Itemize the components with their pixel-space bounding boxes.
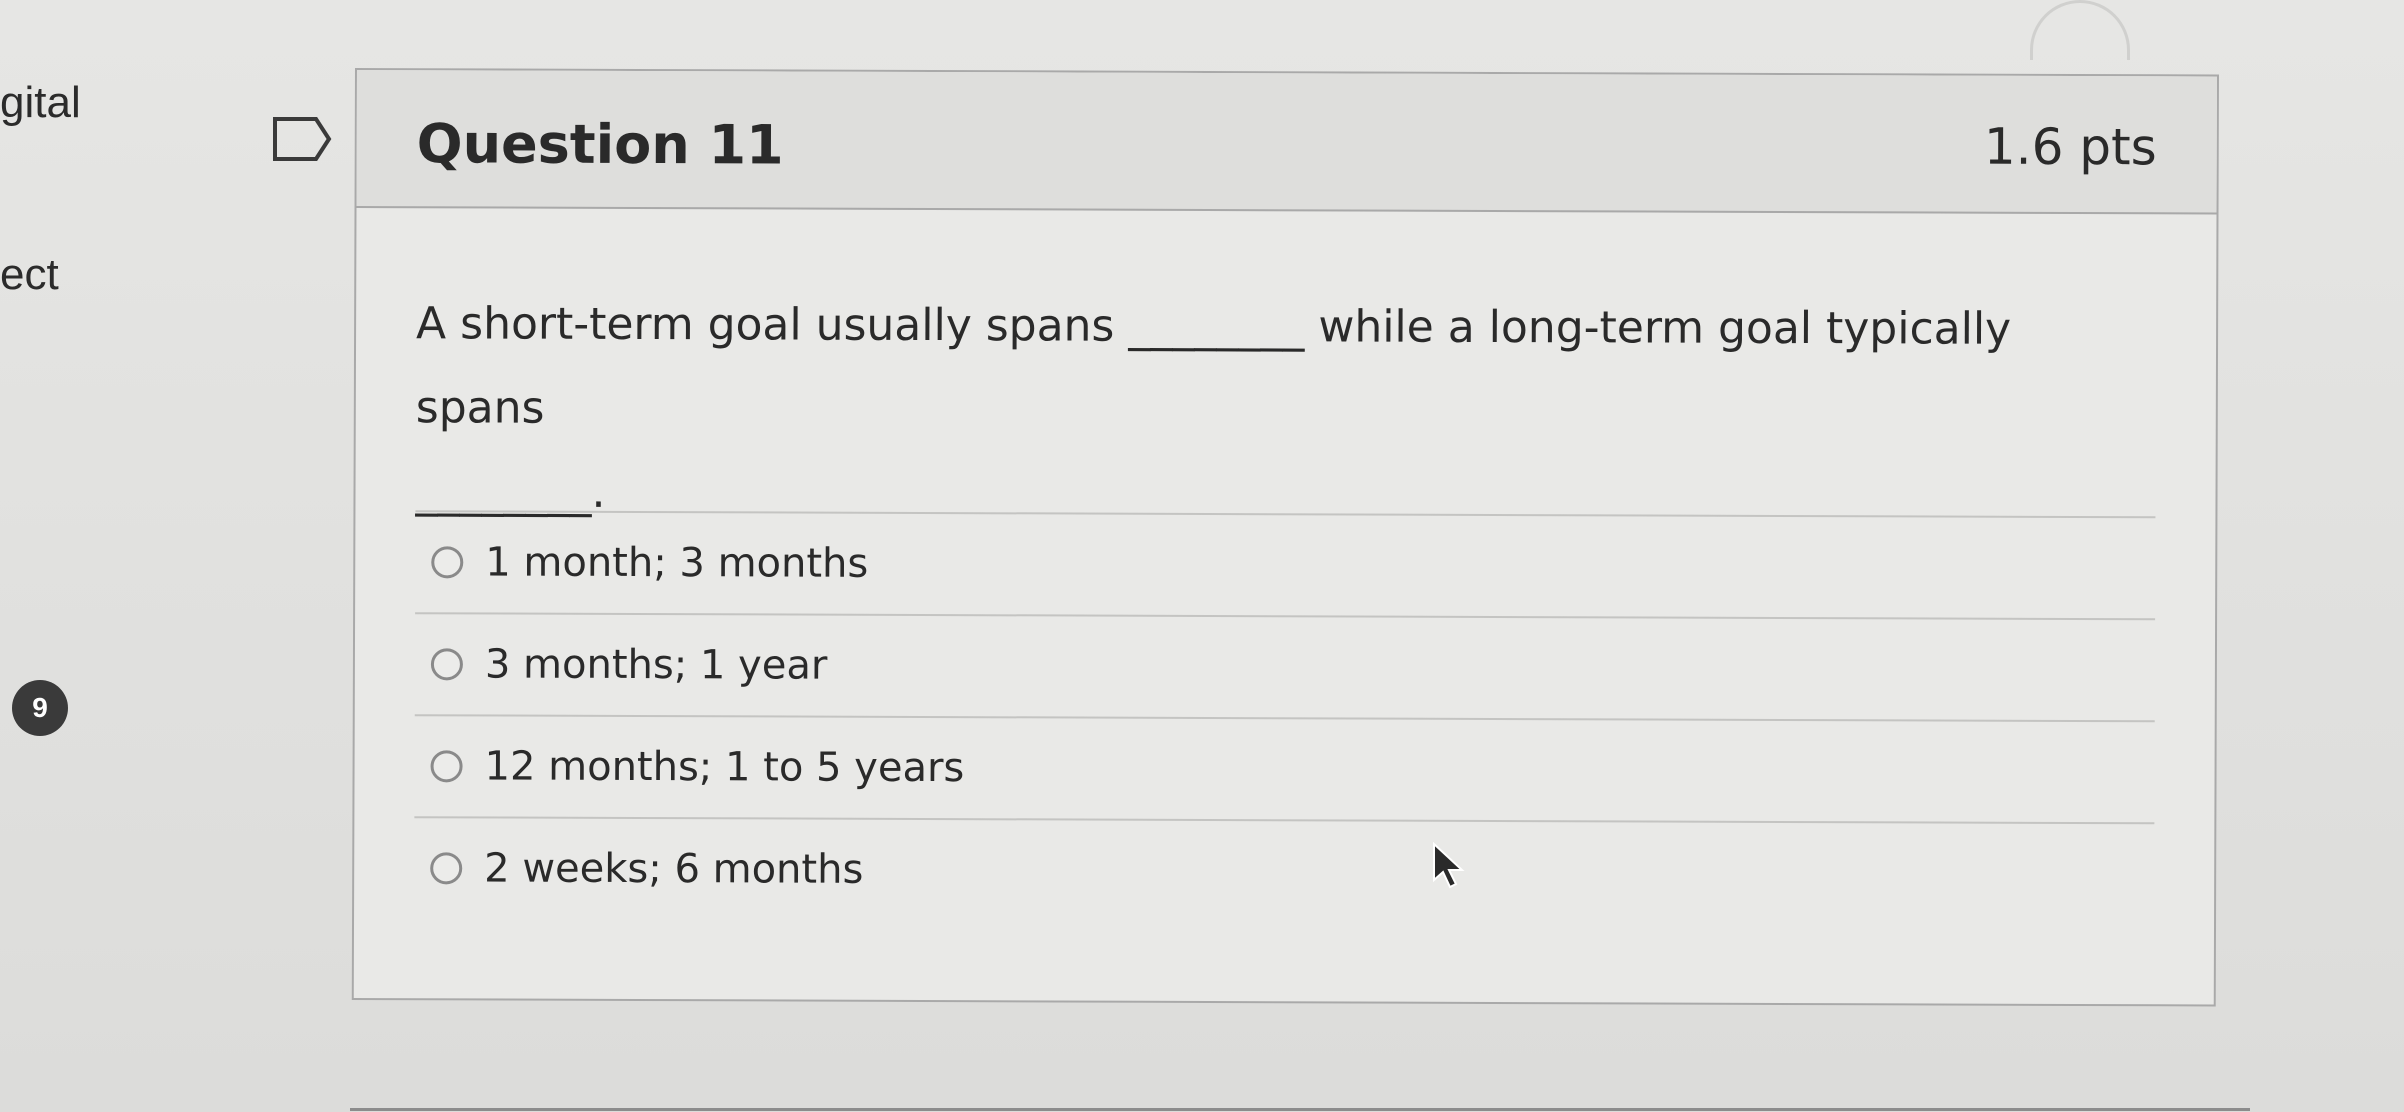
radio-button-icon[interactable] <box>431 546 464 579</box>
answer-label[interactable]: 2 weeks; 6 months <box>484 845 863 892</box>
mouse-pointer-icon <box>1433 842 1465 889</box>
answer-label[interactable]: 12 months; 1 to 5 years <box>484 743 964 791</box>
answer-list: 1 month; 3 months 3 months; 1 year 12 mo… <box>414 510 2156 925</box>
answer-option[interactable]: 1 month; 3 months <box>415 510 2156 619</box>
radio-button-icon[interactable] <box>430 750 463 783</box>
decorative-arc <box>2030 0 2130 60</box>
answer-option[interactable]: 3 months; 1 year <box>414 612 2156 721</box>
nav-item-label-partial-1[interactable]: gital <box>0 78 81 128</box>
question-card: Question 11 1.6 pts A short-term goal us… <box>351 68 2219 1007</box>
question-title: Question 11 <box>416 112 784 177</box>
answer-label[interactable]: 1 month; 3 months <box>485 539 868 586</box>
flag-question-icon[interactable] <box>272 116 332 162</box>
nav-count-badge: 9 <box>12 680 68 736</box>
question-prompt-line-1: A short-term goal usually spans ________… <box>415 298 2012 434</box>
question-header: Question 11 1.6 pts <box>356 70 2217 215</box>
question-points: 1.6 pts <box>1983 117 2157 177</box>
radio-button-icon[interactable] <box>430 852 463 885</box>
answer-label[interactable]: 3 months; 1 year <box>485 641 828 688</box>
question-prompt: A short-term goal usually spans ________… <box>415 282 2136 540</box>
section-divider <box>350 1108 2250 1111</box>
answer-option[interactable]: 2 weeks; 6 months <box>414 816 2155 925</box>
radio-button-icon[interactable] <box>430 648 463 681</box>
nav-item-label-partial-2[interactable]: ect <box>0 250 59 300</box>
answer-option[interactable]: 12 months; 1 to 5 years <box>414 714 2155 823</box>
